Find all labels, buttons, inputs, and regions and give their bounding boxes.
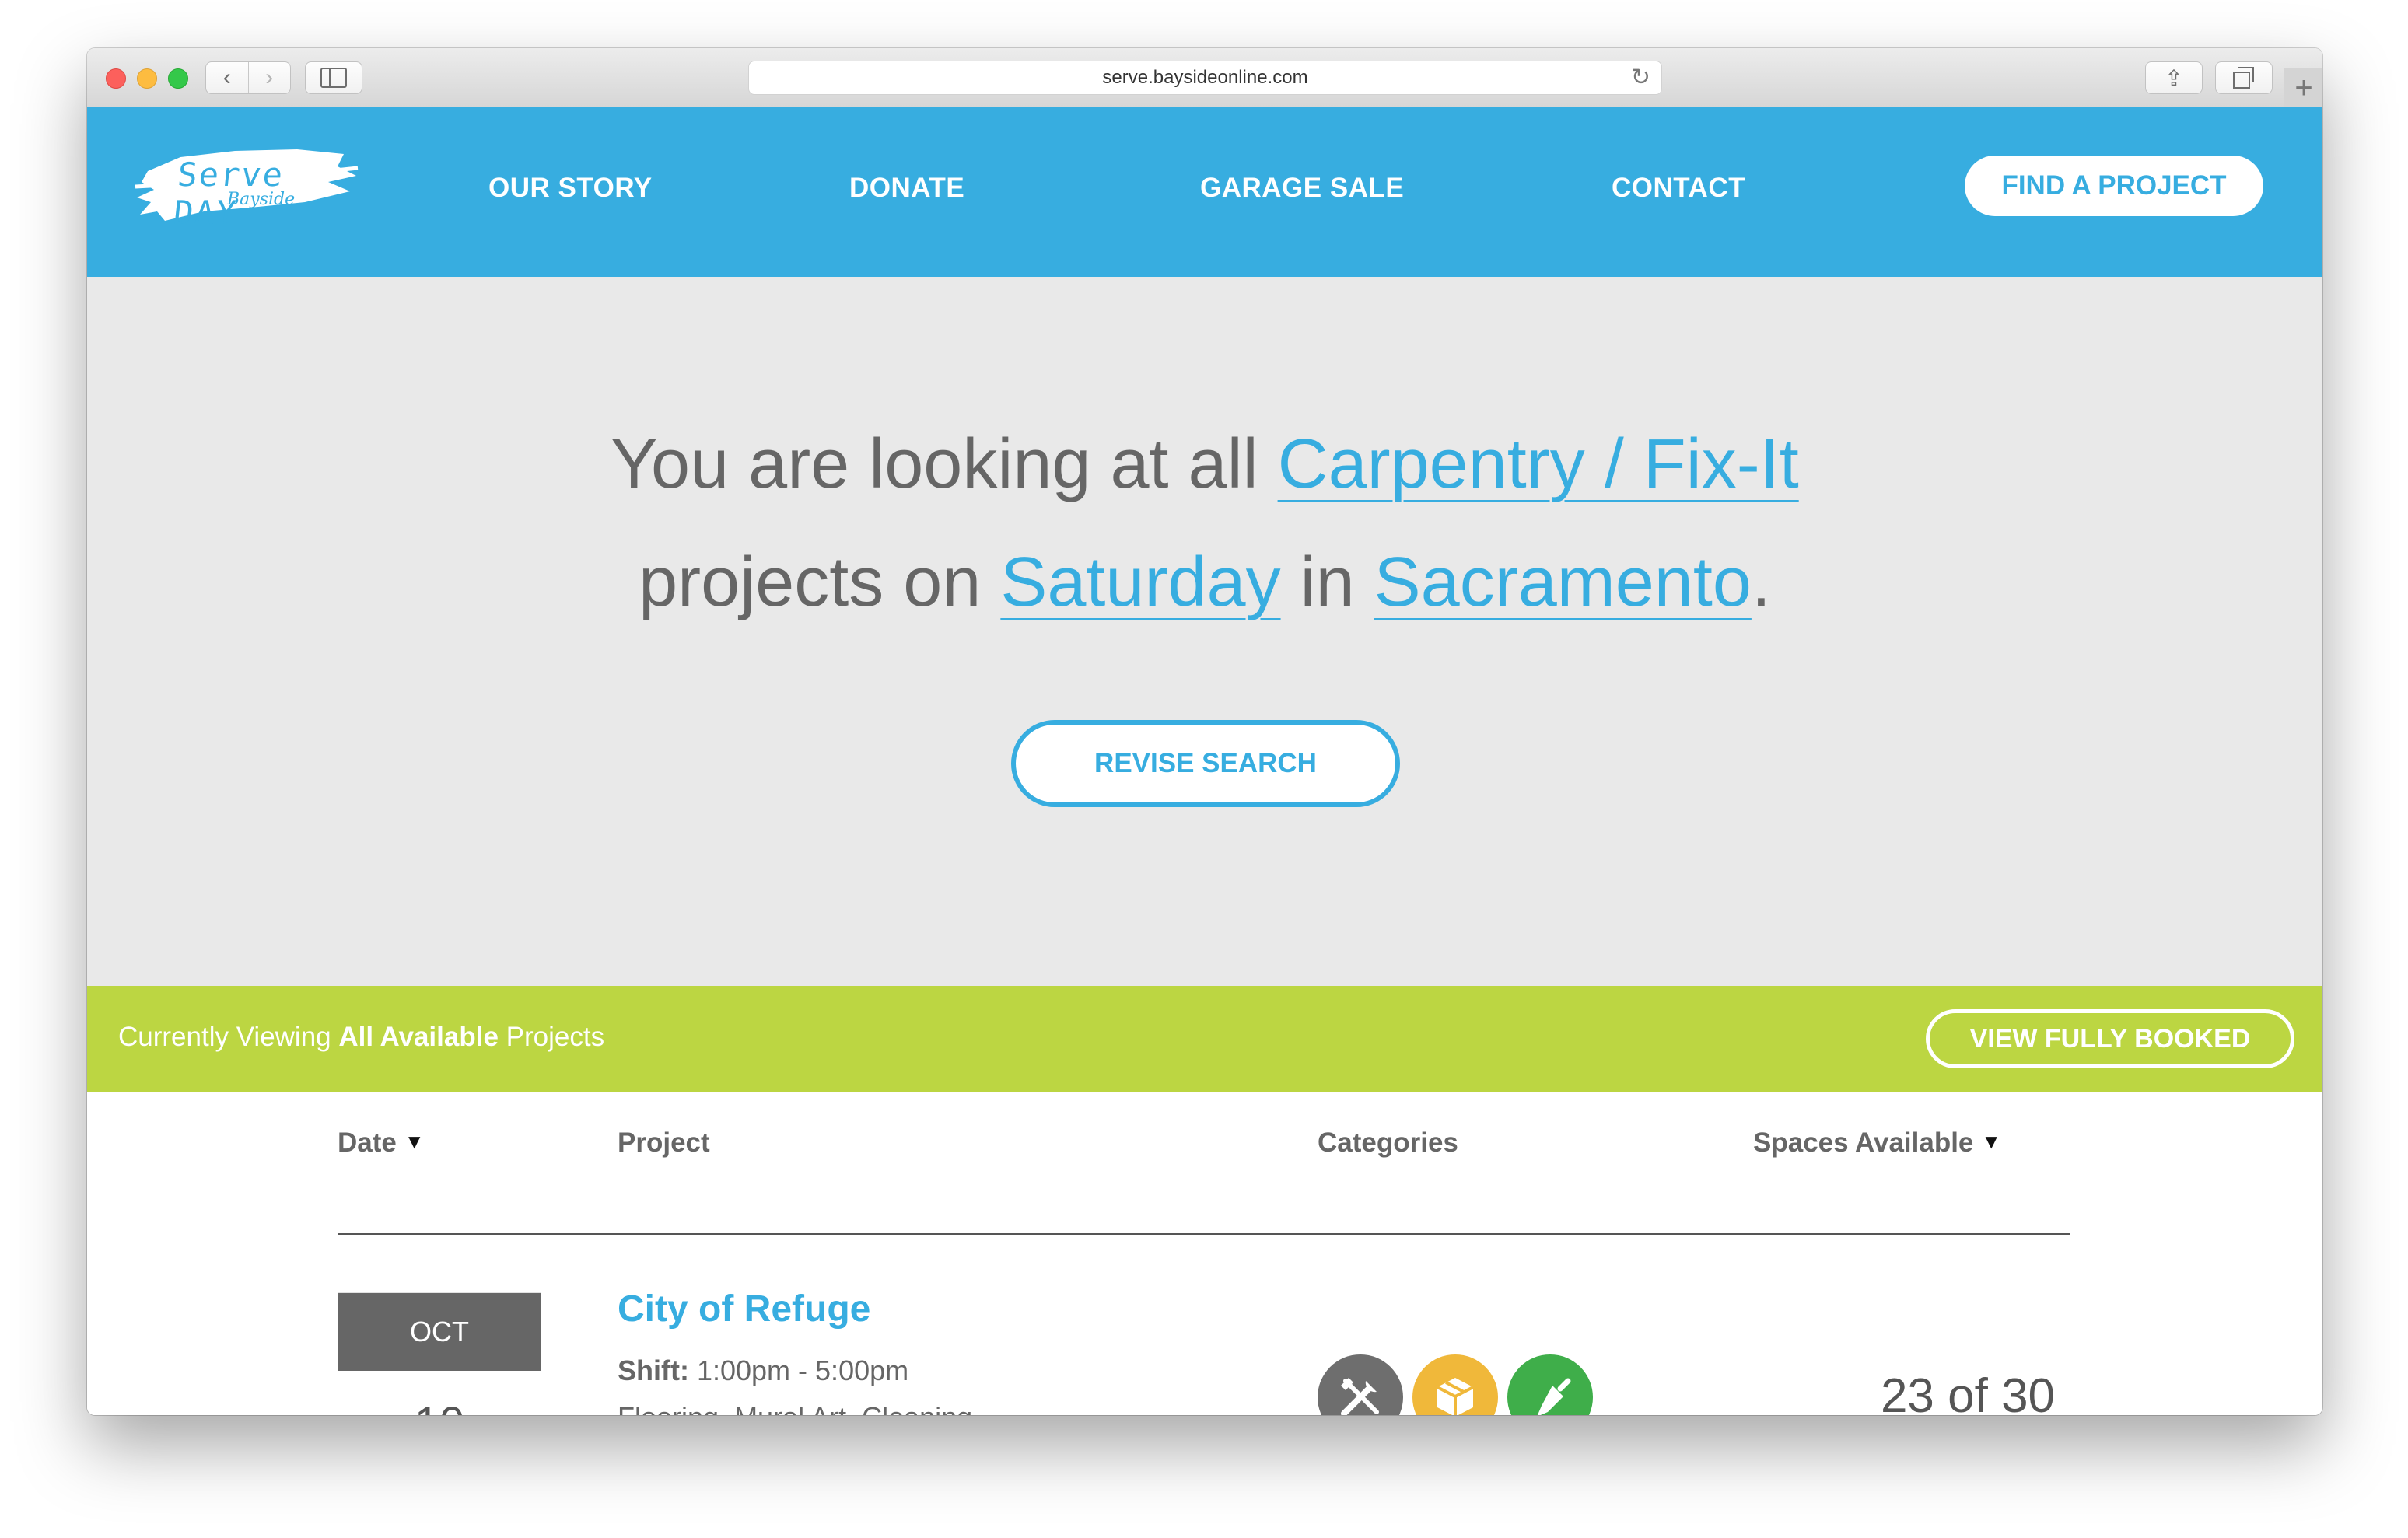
show-tabs-button[interactable] (2215, 61, 2273, 94)
serve-day-logo[interactable]: Serve DAY Bayside (134, 140, 359, 232)
header-divider (338, 1233, 2070, 1235)
history-nav: ‹ › (205, 61, 291, 94)
zoom-window-button[interactable] (168, 68, 188, 89)
sort-down-icon: ▼ (404, 1130, 425, 1153)
project-column-header: Project (618, 1127, 710, 1158)
browser-window: ‹ › serve.baysideonline.com ↻ ⇪ + Serve … (87, 48, 2322, 1415)
filter-bar: Currently Viewing All Available Projects… (87, 986, 2322, 1092)
summary-period: . (1751, 544, 1771, 621)
shift-label: Shift: (618, 1354, 689, 1386)
site-header: Serve DAY Bayside OUR STORY DONATE GARAG… (87, 107, 2322, 277)
categories-column-header: Categories (1318, 1127, 1458, 1158)
summary-prefix: You are looking at all (611, 425, 1278, 503)
nav-contact[interactable]: CONTACT (1612, 173, 1745, 204)
browser-toolbar: ‹ › serve.baysideonline.com ↻ ⇪ + (87, 48, 2322, 108)
find-a-project-button[interactable]: FIND A PROJECT (1965, 156, 2263, 216)
spaces-column-header[interactable]: Spaces Available ▼ (1753, 1127, 2001, 1159)
tools-icon (1318, 1354, 1403, 1415)
location-link[interactable]: Sacramento (1374, 544, 1752, 621)
close-window-button[interactable] (106, 68, 126, 89)
view-fully-booked-button[interactable]: VIEW FULLY BOOKED (1926, 1009, 2294, 1068)
date-day: 10 (338, 1371, 541, 1415)
nav-donate[interactable]: DONATE (849, 173, 964, 204)
forward-icon[interactable]: › (247, 62, 291, 93)
share-icon: ⇪ (2165, 65, 2183, 90)
search-summary-line-1: You are looking at all Carpentry / Fix-I… (87, 425, 2322, 505)
viewing-status: Currently Viewing All Available Projects (118, 1022, 604, 1053)
trowel-icon (1507, 1354, 1593, 1415)
sidebar-icon (320, 68, 347, 88)
category-link[interactable]: Carpentry / Fix-It (1278, 425, 1799, 503)
date-column-header[interactable]: Date ▼ (338, 1127, 425, 1159)
sort-down-icon: ▼ (1981, 1130, 2002, 1153)
spaces-header-label: Spaces Available (1753, 1127, 1974, 1158)
nav-garage-sale[interactable]: GARAGE SALE (1200, 173, 1404, 204)
search-summary-line-2: projects on Saturday in Sacramento. (87, 543, 2322, 623)
share-button[interactable]: ⇪ (2145, 61, 2203, 94)
date-header-label: Date (338, 1127, 397, 1158)
summary-projects-on: projects on (639, 544, 1001, 621)
tabs-icon (2233, 67, 2254, 89)
back-icon[interactable]: ‹ (206, 62, 248, 93)
reload-icon[interactable]: ↻ (1631, 61, 1650, 94)
project-title-link[interactable]: City of Refuge (618, 1288, 870, 1330)
project-description: Flooring, Mural Art, Cleaning (618, 1401, 972, 1415)
nav-our-story[interactable]: OUR STORY (488, 173, 653, 204)
date-badge: OCT 10 (338, 1292, 541, 1415)
day-link[interactable]: Saturday (1000, 544, 1280, 621)
url-text: serve.baysideonline.com (1102, 67, 1308, 88)
projects-table: Date ▼ Project Categories Spaces Availabl… (87, 1092, 2322, 1415)
revise-search-button[interactable]: REVISE SEARCH (1011, 720, 1400, 807)
address-bar[interactable]: serve.baysideonline.com ↻ (748, 61, 1662, 95)
minimize-window-button[interactable] (137, 68, 157, 89)
spaces-available: 23 of 30 (1880, 1369, 2056, 1415)
viewing-filter: All Available (338, 1022, 499, 1052)
date-month: OCT (338, 1293, 541, 1371)
new-tab-button[interactable]: + (2284, 68, 2322, 107)
box-icon (1412, 1354, 1498, 1415)
summary-in: in (1280, 544, 1374, 621)
viewing-suffix: Projects (498, 1022, 605, 1052)
viewing-prefix: Currently Viewing (118, 1022, 339, 1052)
search-summary-hero: You are looking at all Carpentry / Fix-I… (87, 277, 2322, 986)
logo-subtext: Bayside (227, 190, 296, 209)
shift-time: 1:00pm - 5:00pm (688, 1354, 909, 1386)
project-shift: Shift: 1:00pm - 5:00pm (618, 1354, 908, 1387)
sidebar-toggle-button[interactable] (305, 61, 362, 94)
